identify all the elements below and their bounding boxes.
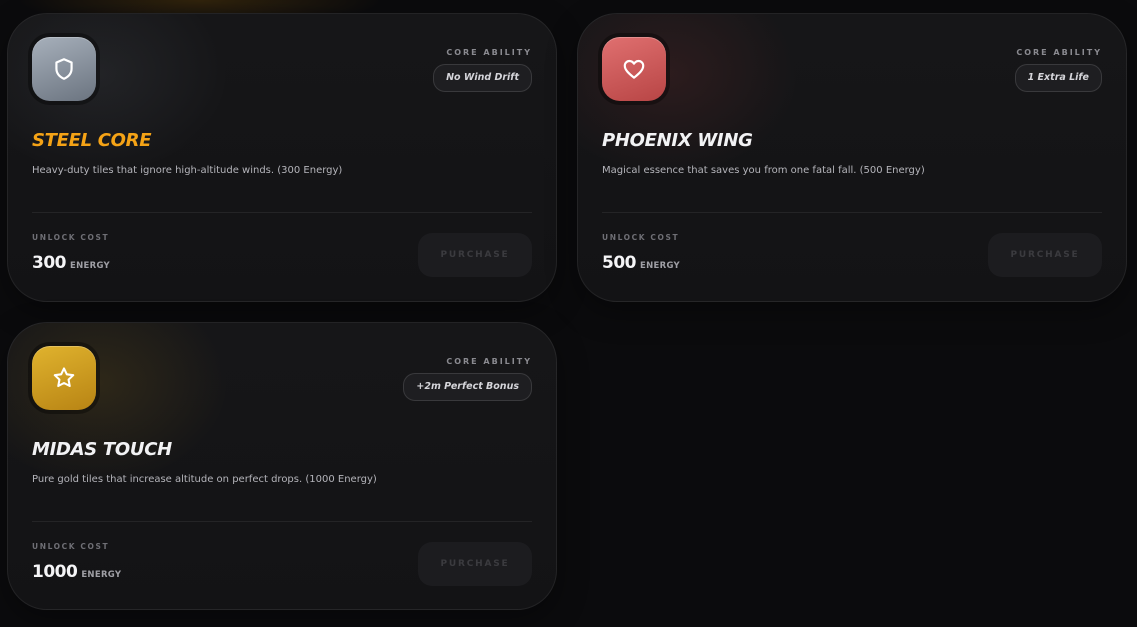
upgrade-title: STEEL CORE [32, 130, 152, 151]
core-ability-label: CORE ABILITY [1016, 48, 1102, 57]
core-ability-badge: 1 Extra Life [1014, 64, 1102, 92]
upgrade-title: MIDAS TOUCH [32, 439, 172, 460]
unlock-cost-label: UNLOCK COST [32, 542, 110, 551]
core-ability: CORE ABILITY 1 Extra Life [1014, 48, 1102, 92]
card-divider [32, 212, 532, 213]
card-divider [32, 521, 532, 522]
upgrade-description: Heavy-duty tiles that ignore high-altitu… [32, 165, 343, 176]
upgrade-icon-tile [32, 37, 96, 101]
purchase-button[interactable]: PURCHASE [418, 542, 532, 586]
purchase-button[interactable]: PURCHASE [988, 233, 1102, 277]
upgrade-icon-tile [32, 346, 96, 410]
core-ability: CORE ABILITY No Wind Drift [433, 48, 532, 92]
upgrade-card-phoenix-wing: CORE ABILITY 1 Extra Life PHOENIX WING M… [577, 13, 1127, 302]
shield-icon [55, 58, 73, 80]
unlock-cost: 1000 ENERGY [32, 562, 121, 582]
upgrade-card-steel-core: CORE ABILITY No Wind Drift STEEL CORE He… [7, 13, 557, 302]
unlock-cost: 500 ENERGY [602, 253, 680, 273]
upgrade-description: Magical essence that saves you from one … [602, 165, 925, 176]
upgrade-title: PHOENIX WING [602, 130, 753, 151]
purchase-button[interactable]: PURCHASE [418, 233, 532, 277]
star-icon [53, 367, 75, 388]
core-ability: CORE ABILITY +2m Perfect Bonus [403, 357, 532, 401]
card-divider [602, 212, 1102, 213]
core-ability-badge: +2m Perfect Bonus [403, 373, 532, 401]
unlock-cost: 300 ENERGY [32, 253, 110, 273]
cost-amount: 300 [32, 253, 67, 273]
core-ability-badge: No Wind Drift [433, 64, 532, 92]
upgrade-card-midas-touch: CORE ABILITY +2m Perfect Bonus MIDAS TOU… [7, 322, 557, 610]
cost-unit: ENERGY [70, 261, 111, 271]
cost-amount: 1000 [32, 562, 78, 582]
core-ability-label: CORE ABILITY [446, 48, 532, 57]
heart-icon [623, 59, 645, 79]
shop-page: CORE ABILITY No Wind Drift STEEL CORE He… [0, 0, 1137, 627]
upgrade-icon-tile [602, 37, 666, 101]
core-ability-label: CORE ABILITY [446, 357, 532, 366]
upgrade-description: Pure gold tiles that increase altitude o… [32, 474, 377, 485]
cost-unit: ENERGY [81, 570, 122, 580]
unlock-cost-label: UNLOCK COST [602, 233, 680, 242]
cost-amount: 500 [602, 253, 637, 273]
cost-unit: ENERGY [640, 261, 681, 271]
unlock-cost-label: UNLOCK COST [32, 233, 110, 242]
